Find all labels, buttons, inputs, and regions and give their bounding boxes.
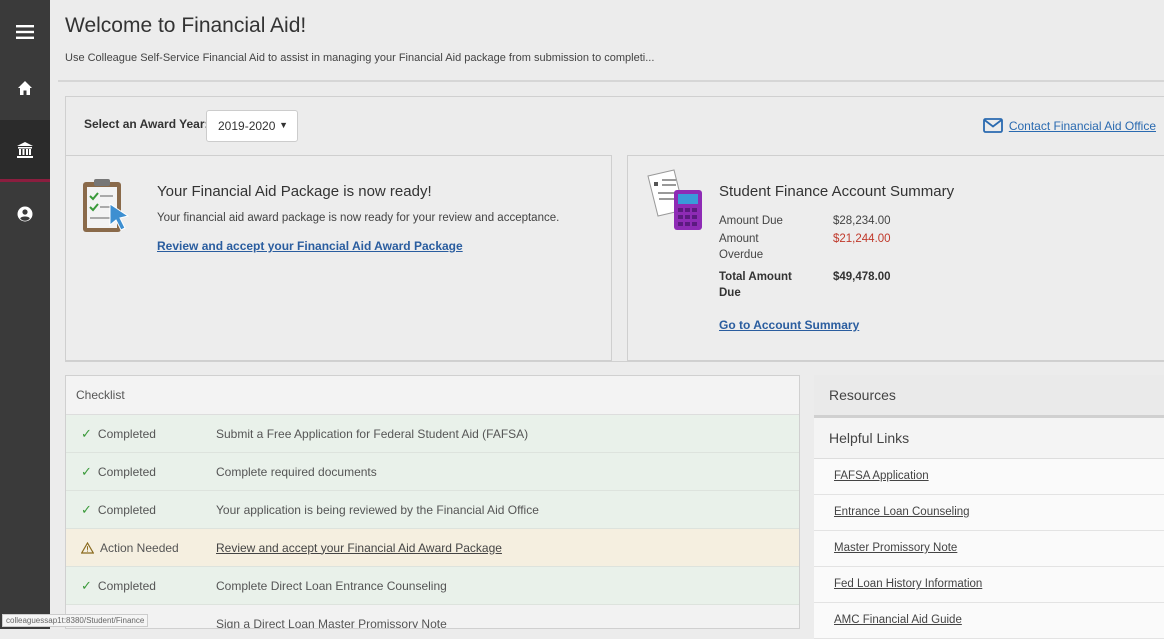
review-award-link[interactable]: Review and accept your Financial Aid Awa… bbox=[157, 239, 463, 253]
account-summary-link[interactable]: Go to Account Summary bbox=[719, 318, 859, 332]
checklist-header: Checklist bbox=[66, 376, 799, 415]
checklist-desc: Complete required documents bbox=[216, 464, 377, 479]
checklist-desc: Your application is being reviewed by th… bbox=[216, 502, 539, 517]
checklist-row: ✓ Completed Your application is being rev… bbox=[66, 491, 799, 529]
aid-package-text: Your financial aid award package is now … bbox=[157, 212, 560, 224]
amount-overdue-label-2: Overdue bbox=[719, 249, 764, 261]
clipboard-icon bbox=[83, 179, 130, 232]
aid-package-title: Your Financial Aid Package is now ready! bbox=[157, 183, 432, 200]
total-due-label-2: Due bbox=[719, 287, 741, 299]
checklist-row: ✓ Completed Complete Direct Loan Entrance… bbox=[66, 567, 799, 605]
contact-link[interactable]: Contact Financial Aid Office bbox=[1009, 119, 1156, 133]
resource-link-promissory-note[interactable]: Master Promissory Note bbox=[814, 531, 1164, 567]
amount-due-label: Amount Due bbox=[719, 215, 783, 227]
checklist-row: ✓ Completed Submit a Free Application for… bbox=[66, 415, 799, 453]
total-due-label-1: Total Amount bbox=[719, 271, 792, 283]
contact-financial-aid[interactable]: Contact Financial Aid Office bbox=[982, 118, 1156, 133]
invoice-calculator-icon bbox=[647, 169, 702, 230]
account-summary-title: Student Finance Account Summary bbox=[719, 183, 955, 200]
chevron-down-icon: ▼ bbox=[279, 120, 288, 130]
checklist-row: ✓ Completed Complete required documents bbox=[66, 453, 799, 491]
status-bar-url: colleaguessap1t:8380/Student/Finance bbox=[2, 614, 149, 627]
financial-aid-button[interactable] bbox=[0, 120, 50, 182]
checklist-status: Completed bbox=[97, 578, 156, 593]
resources-header: Resources bbox=[814, 375, 1164, 418]
checklist-desc: Sign a Direct Loan Master Promissory Not… bbox=[216, 616, 447, 629]
checklist-status: Action Needed bbox=[100, 540, 179, 555]
envelope-icon bbox=[982, 118, 1003, 133]
total-due-value: $49,478.00 bbox=[833, 271, 891, 283]
checklist-action-link[interactable]: Review and accept your Financial Aid Awa… bbox=[208, 541, 502, 555]
checklist-status: Completed bbox=[97, 426, 156, 441]
checklist: Checklist ✓ Completed Submit a Free Appli… bbox=[65, 375, 800, 629]
checkmark-icon: ✓ bbox=[81, 463, 92, 479]
main-content: Welcome to Financial Aid! Use Colleague … bbox=[50, 0, 1164, 639]
amount-overdue-value: $21,244.00 bbox=[833, 233, 891, 245]
user-icon bbox=[17, 206, 33, 222]
user-button[interactable] bbox=[0, 188, 50, 240]
page-title: Welcome to Financial Aid! bbox=[65, 14, 307, 37]
resource-link-aid-guide[interactable]: AMC Financial Aid Guide bbox=[814, 603, 1164, 639]
checkmark-icon: ✓ bbox=[81, 501, 92, 517]
checklist-row-action: Action Needed Review and accept your Fin… bbox=[66, 529, 799, 567]
award-year-label: Select an Award Year: bbox=[84, 117, 209, 131]
amount-overdue-label-1: Amount bbox=[719, 233, 759, 245]
home-icon bbox=[18, 81, 32, 95]
checklist-status: Completed bbox=[97, 464, 156, 479]
resource-link-loan-history[interactable]: Fed Loan History Information bbox=[814, 567, 1164, 603]
bank-icon bbox=[17, 141, 33, 158]
checkmark-icon: ✓ bbox=[81, 577, 92, 593]
checklist-row: Sign a Direct Loan Master Promissory Not… bbox=[66, 605, 799, 629]
account-summary-card: Student Finance Account Summary Amount D… bbox=[627, 155, 1164, 361]
aid-package-card: Your Financial Aid Package is now ready!… bbox=[65, 155, 612, 361]
checklist-status: Completed bbox=[97, 502, 156, 517]
page-subtitle: Use Colleague Self-Service Financial Aid… bbox=[65, 52, 655, 64]
sidebar bbox=[0, 0, 50, 629]
helpful-links-header: Helpful Links bbox=[814, 418, 1164, 459]
checklist-desc: Complete Direct Loan Entrance Counseling bbox=[216, 578, 447, 593]
resource-link-fafsa[interactable]: FAFSA Application bbox=[814, 459, 1164, 495]
resource-link-entrance-counseling[interactable]: Entrance Loan Counseling bbox=[814, 495, 1164, 531]
menu-icon bbox=[16, 25, 34, 39]
warning-icon bbox=[81, 541, 94, 554]
amount-due-value: $28,234.00 bbox=[833, 215, 891, 227]
home-button[interactable] bbox=[0, 62, 50, 114]
award-year-select[interactable]: 2019-2020 ▼ bbox=[206, 110, 298, 142]
award-year-value: 2019-2020 bbox=[218, 119, 276, 133]
header-divider bbox=[58, 80, 1164, 82]
checkmark-icon: ✓ bbox=[81, 425, 92, 441]
checklist-desc: Submit a Free Application for Federal St… bbox=[216, 426, 529, 441]
resources-panel: Resources Helpful Links FAFSA Applicatio… bbox=[814, 375, 1164, 639]
menu-button[interactable] bbox=[0, 6, 50, 58]
